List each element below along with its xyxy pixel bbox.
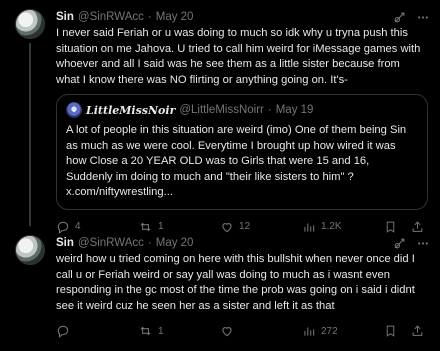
reply-button[interactable] [56, 324, 138, 338]
separator: · [147, 237, 152, 249]
grok-icon[interactable] [393, 237, 406, 250]
views-icon [302, 324, 316, 338]
reply-icon [56, 324, 70, 338]
display-name[interactable]: Sin [56, 9, 74, 25]
avatar[interactable] [15, 235, 45, 265]
grok-icon[interactable] [393, 11, 406, 24]
handle[interactable]: @SinRWAcc [78, 235, 144, 251]
header-actions [393, 237, 430, 250]
quote-header: LittleMissNoir @LittleMissNoirr · May 19 [66, 102, 418, 118]
tweet-header: Sin @SinRWAcc · May 20 [56, 9, 430, 25]
like-icon [220, 324, 234, 338]
like-button[interactable] [220, 324, 302, 338]
share-icon[interactable] [411, 324, 424, 338]
tweet[interactable]: Sin @SinRWAcc · May 20 weird how u tried… [0, 226, 440, 351]
tweet-date[interactable]: May 20 [156, 235, 194, 251]
tweet-body: Sin @SinRWAcc · May 20 I never said Feri… [50, 0, 430, 234]
tweet-text: I never said Feriah or u was doing to mu… [56, 27, 421, 86]
quote-text: A lot of people in this situation are we… [66, 124, 407, 198]
quote-tweet[interactable]: LittleMissNoir @LittleMissNoirr · May 19… [56, 94, 428, 210]
repost-icon [138, 324, 153, 338]
repost-count: 1 [158, 325, 164, 337]
views-button[interactable]: 272 [302, 324, 384, 338]
views-count: 272 [321, 325, 338, 337]
handle[interactable]: @SinRWAcc [78, 9, 144, 25]
tweet-actions: 1 272 [56, 324, 430, 338]
quote-date: May 19 [275, 103, 314, 116]
separator: · [147, 11, 152, 23]
quote-separator: · [267, 103, 272, 116]
display-name[interactable]: Sin [56, 235, 74, 251]
header-actions [393, 11, 430, 24]
more-icon[interactable] [416, 11, 430, 24]
quote-avatar [66, 102, 82, 118]
tweet-text: weird how u tried coming on here with th… [56, 253, 415, 312]
thread-line [29, 43, 31, 226]
tweet-body: Sin @SinRWAcc · May 20 weird how u tried… [50, 226, 430, 351]
bookmark-icon[interactable] [384, 324, 397, 338]
repost-button[interactable]: 1 [138, 324, 220, 338]
tweet-date[interactable]: May 20 [156, 9, 194, 25]
tweet-extra-actions [384, 324, 424, 338]
tweet-header: Sin @SinRWAcc · May 20 [56, 235, 430, 251]
tweet-left-column [10, 226, 50, 351]
avatar[interactable] [15, 9, 45, 39]
quote-display-name: LittleMissNoir [86, 103, 176, 117]
quote-handle: @LittleMissNoirr [179, 103, 264, 116]
more-icon[interactable] [416, 237, 430, 250]
tweet-left-column [10, 0, 50, 226]
tweet[interactable]: Sin @SinRWAcc · May 20 I never said Feri… [0, 0, 440, 234]
